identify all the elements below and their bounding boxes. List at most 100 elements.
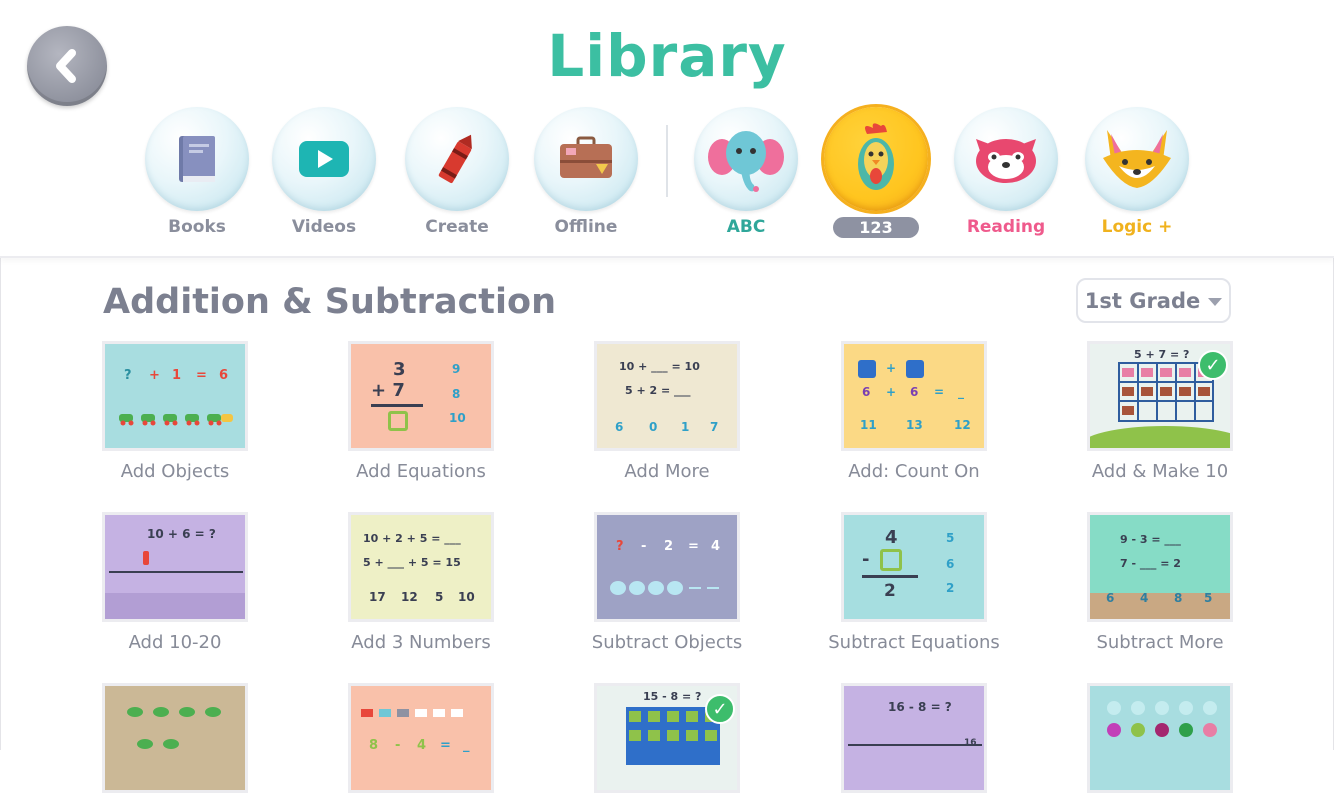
tile-label: Add Equations xyxy=(356,461,486,482)
completed-check-icon: ✓ xyxy=(1198,350,1228,380)
crayon-icon xyxy=(438,134,472,184)
page-title: Library xyxy=(547,22,787,90)
tile-thumbnail xyxy=(102,683,248,793)
tile-thumbnail: 10 + 6 = ? xyxy=(102,512,248,622)
thumb-text: ? xyxy=(616,539,624,554)
tile-thumbnail xyxy=(1087,683,1233,793)
thumb-text: 1 xyxy=(172,368,182,383)
nav-bubble xyxy=(405,107,509,211)
thumb-text: 5 + 7 = ? xyxy=(1134,348,1190,361)
thumb-text: 1 xyxy=(681,420,690,434)
thumb-text: 6 xyxy=(219,368,229,383)
small-toys-icon xyxy=(361,709,463,717)
nav-item-logic[interactable]: Logic + xyxy=(1077,105,1197,245)
thumb-text: 7 - ___ = 2 xyxy=(1120,557,1181,570)
nav-item-abc[interactable]: ABC xyxy=(686,105,806,245)
thumb-text: 5 xyxy=(946,531,955,545)
thumb-text: 10 xyxy=(458,590,475,604)
tile-label: Add: Count On xyxy=(848,461,980,482)
floor xyxy=(105,593,245,619)
thumb-text: 16 xyxy=(964,738,977,748)
thumb-text: 10 xyxy=(449,411,466,425)
thumb-text: 4 xyxy=(417,738,427,753)
nav-item-123[interactable]: 123 xyxy=(816,105,936,245)
bird-icon xyxy=(858,123,894,190)
nav-bubble xyxy=(534,107,638,211)
thumb-text: 8 xyxy=(452,387,461,401)
tile-thumbnail: + 6 + 6 = _ 11 13 12 xyxy=(841,341,987,451)
number-line xyxy=(848,744,982,746)
thumb-text: = xyxy=(688,539,699,554)
tile-thumbnail: 4 - 2 5 6 2 xyxy=(841,512,987,622)
nav-item-videos[interactable]: Videos xyxy=(264,105,384,245)
thumb-text: _ xyxy=(463,738,470,753)
nav-bubble xyxy=(954,107,1058,211)
category-nav: Books Videos Create Offline ABC 123 Read… xyxy=(0,105,1334,245)
thumb-text: 2 xyxy=(664,539,674,554)
tile-label: Subtract More xyxy=(1096,632,1224,653)
eggs-icon xyxy=(610,581,719,595)
red-panda-icon xyxy=(976,139,1036,183)
beads-icon xyxy=(1107,701,1217,737)
fox-icon xyxy=(1103,130,1171,188)
nav-label: Reading xyxy=(966,217,1046,237)
thumb-text: 10 + 6 = ? xyxy=(147,527,216,541)
tile-thumbnail: 10 + 2 + 5 = ___ 5 + ___ + 5 = 15 17 12 … xyxy=(348,512,494,622)
nav-label-active: 123 xyxy=(816,217,936,238)
tile-thumbnail: ? + 1 = 6 xyxy=(102,341,248,451)
thumb-text: 6 xyxy=(910,385,919,399)
thumb-text: 6 xyxy=(946,557,955,571)
tile-thumbnail: 9 - 3 = ___ 7 - ___ = 2 6 4 8 5 xyxy=(1087,512,1233,622)
grade-dropdown[interactable]: 1st Grade xyxy=(1076,278,1231,323)
nav-bubble xyxy=(272,107,376,211)
nav-label: ABC xyxy=(726,217,766,237)
nav-bubble xyxy=(694,107,798,211)
equation-line xyxy=(371,404,423,407)
header: Library Books Videos Create Offline ABC … xyxy=(0,0,1334,258)
nav-item-create[interactable]: Create xyxy=(397,105,517,245)
thumb-text: 9 xyxy=(452,362,461,376)
tile-thumbnail: ? - 2 = 4 xyxy=(594,512,740,622)
tile-thumbnail: 15 - 8 = ? ✓ xyxy=(594,683,740,793)
nav-item-reading[interactable]: Reading xyxy=(946,105,1066,245)
thumb-text: 6 xyxy=(615,420,624,434)
nav-label: Videos xyxy=(291,217,357,237)
tile-label: Add More xyxy=(624,461,710,482)
tile-label: Subtract Equations xyxy=(828,632,1000,653)
tile-label: Add 10-20 xyxy=(128,632,222,653)
thumb-text: 4 xyxy=(711,539,721,554)
thumb-text: 4 xyxy=(885,527,898,548)
dice-icon xyxy=(858,360,876,378)
play-icon xyxy=(299,141,349,177)
elephant-icon xyxy=(708,131,784,192)
grass-hill xyxy=(1090,426,1230,448)
nav-bubble-active xyxy=(824,107,928,211)
equation-line xyxy=(862,575,918,578)
thumb-text: 5 + 2 = ___ xyxy=(625,384,691,397)
nav-item-offline[interactable]: Offline xyxy=(526,105,646,245)
thumb-text: 5 xyxy=(435,590,444,604)
thumb-text: 8 xyxy=(1174,591,1183,605)
nav-label: Logic + xyxy=(1101,217,1173,237)
thumb-text: 5 xyxy=(1204,591,1213,605)
marker-icon xyxy=(143,551,149,565)
nav-bubble xyxy=(1085,107,1189,211)
tile-label: Add Objects xyxy=(120,461,230,482)
thumb-text: 16 - 8 = ? xyxy=(888,700,952,714)
thumb-text: 0 xyxy=(649,420,658,434)
number-line xyxy=(109,571,243,573)
thumb-text: 9 - 3 = ___ xyxy=(1120,533,1181,546)
thumb-text: 11 xyxy=(860,418,877,432)
thumb-text: 10 + ___ = 10 xyxy=(619,360,700,373)
section-title: Addition & Subtraction xyxy=(103,282,557,322)
tile-thumbnail: 16 - 8 = ? 16 xyxy=(841,683,987,793)
tile-thumbnail: 8 - 4 = _ xyxy=(348,683,494,793)
nav-divider xyxy=(666,125,668,197)
nav-item-books[interactable]: Books xyxy=(137,105,257,245)
thumb-text: 10 + 2 + 5 = ___ xyxy=(363,532,461,545)
thumb-text: 17 xyxy=(369,590,386,604)
thumb-text: + xyxy=(149,368,160,383)
thumb-text: 3 xyxy=(393,359,406,380)
grade-value: 1st Grade xyxy=(1084,288,1201,313)
answer-box xyxy=(880,549,902,571)
